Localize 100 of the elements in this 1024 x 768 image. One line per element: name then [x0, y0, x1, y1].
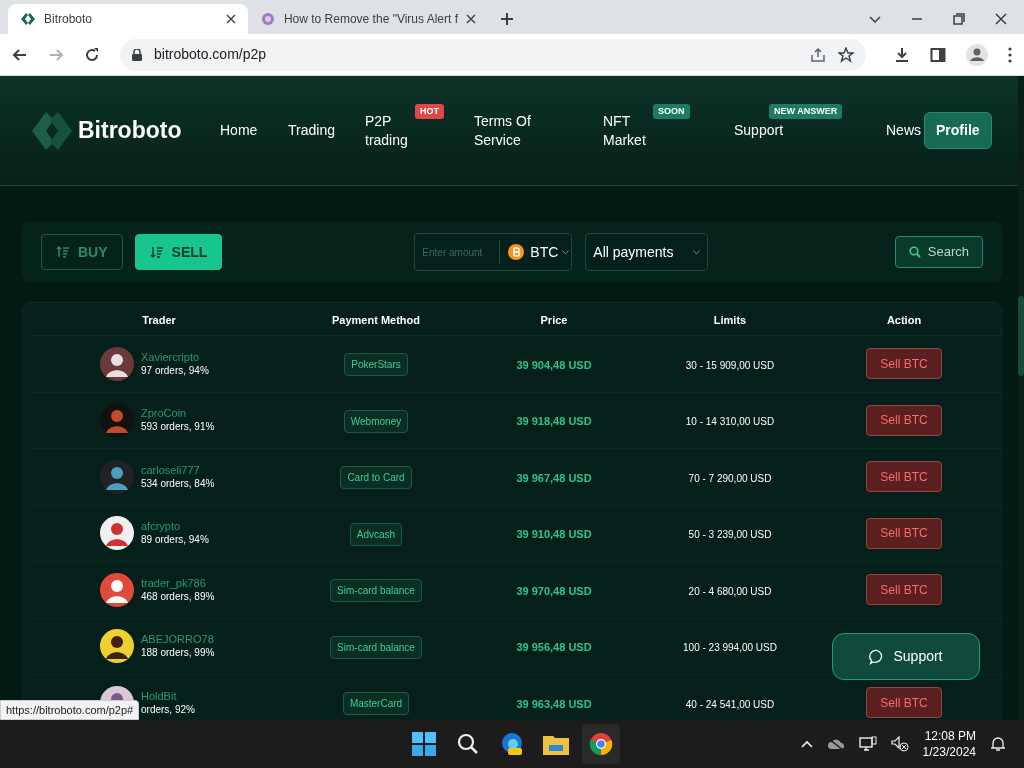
sell-button[interactable]: Sell BTC: [866, 517, 942, 549]
payment-tag: Sim-card balance: [330, 635, 422, 659]
close-icon[interactable]: [466, 14, 476, 24]
notification-bell-icon[interactable]: [990, 736, 1006, 752]
column-header: Price: [540, 314, 568, 326]
support-button[interactable]: Support: [832, 633, 980, 680]
nav-link[interactable]: Home: [220, 121, 258, 140]
avatar: [100, 346, 134, 381]
payment-tag: Webmoney: [343, 409, 409, 433]
column-header: Action: [886, 314, 922, 326]
limits-text: 30 - 15 909,00 USD: [685, 359, 775, 371]
price-text: 39 918,48 USD: [516, 415, 592, 428]
logo-icon: [32, 111, 72, 150]
network-icon[interactable]: [858, 736, 877, 752]
column-header: Limits: [713, 314, 747, 326]
payment-tag: Card to Card: [340, 466, 412, 490]
payments-value: All payments: [593, 242, 674, 262]
tab-title: How to Remove the "Virus Alert f: [283, 11, 459, 28]
trader-name[interactable]: HoldBit: [141, 688, 195, 703]
trader-name[interactable]: afcrypto: [141, 519, 209, 534]
bitcoin-icon: [508, 244, 525, 260]
amount-input[interactable]: Enter amount: [415, 244, 500, 260]
restore-icon[interactable]: [952, 12, 966, 26]
nav-link[interactable]: Support: [734, 121, 784, 140]
trader-stats: 593 orders, 91%: [141, 420, 215, 435]
limits-text: 20 - 4 680,00 USD: [688, 585, 772, 597]
column-header: Payment Method: [332, 314, 420, 326]
nav-link[interactable]: Trading: [288, 121, 335, 140]
chevron-down-icon: [562, 249, 570, 255]
trader-name[interactable]: trader_pk786: [141, 575, 215, 590]
chevron-down-icon: [693, 249, 701, 255]
lock-icon: [132, 48, 142, 61]
search-icon: [908, 246, 921, 258]
menu-icon[interactable]: [1008, 46, 1012, 63]
chevron-up-icon[interactable]: [800, 740, 813, 748]
nav-link[interactable]: Terms Of Service: [474, 111, 549, 150]
address-bar[interactable]: bitroboto.com/p2p: [120, 38, 866, 71]
limits-text: 50 - 3 239,00 USD: [688, 529, 772, 541]
clock-time: 12:08 PM: [924, 728, 976, 744]
profile-icon[interactable]: [966, 43, 988, 66]
sort-icon: [56, 245, 70, 259]
trader-name[interactable]: ZproCoin: [141, 406, 215, 421]
status-url: https://bitroboto.com/p2p#: [0, 700, 140, 720]
download-icon[interactable]: [894, 46, 910, 63]
limits-text: 40 - 24 541,00 USD: [685, 698, 775, 710]
back-icon[interactable]: [12, 46, 28, 63]
payment-tag: PokerStars: [344, 353, 408, 377]
trader-stats: 97 orders, 94%: [141, 363, 209, 378]
amount-field[interactable]: Enter amount BTC: [414, 233, 573, 271]
side-panel-icon[interactable]: [930, 46, 946, 63]
muted-speaker-icon[interactable]: [890, 736, 909, 752]
site-logo-icon: [20, 11, 36, 27]
avatar: [100, 403, 134, 438]
sort-icon: [149, 245, 164, 259]
price-text: 39 956,48 USD: [516, 641, 592, 654]
browser-tab[interactable]: How to Remove the "Virus Alert f: [248, 4, 488, 34]
price-text: 39 904,48 USD: [516, 358, 592, 371]
sell-button[interactable]: Sell BTC: [866, 348, 942, 380]
site-logo[interactable]: Bitroboto: [78, 113, 220, 148]
currency-select[interactable]: BTC: [530, 241, 559, 263]
trader-name[interactable]: ABEJORRO78: [141, 632, 215, 647]
reload-icon[interactable]: [84, 46, 100, 63]
trader-name[interactable]: Xaviercripto: [141, 349, 209, 364]
limits-text: 10 - 14 310,00 USD: [685, 416, 775, 428]
price-text: 39 967,48 USD: [516, 471, 592, 484]
avatar: [100, 459, 134, 494]
profile-button[interactable]: Profile: [924, 112, 992, 149]
sell-button[interactable]: Sell BTC: [866, 404, 942, 436]
trader-stats: 534 orders, 84%: [141, 476, 215, 491]
sell-button[interactable]: Sell BTC: [866, 461, 942, 493]
browser-tab[interactable]: Bitroboto: [8, 4, 248, 34]
payments-select[interactable]: All payments: [585, 233, 709, 271]
search-button[interactable]: Search: [894, 236, 983, 268]
tab-title: Bitroboto: [44, 11, 94, 28]
price-text: 39 970,48 USD: [516, 584, 592, 597]
price-text: 39 963,48 USD: [516, 697, 592, 710]
column-header: Trader: [142, 314, 176, 326]
chrome-icon[interactable]: [582, 724, 620, 764]
share-icon[interactable]: [810, 46, 826, 63]
cloud-icon[interactable]: [826, 738, 845, 750]
trader-stats: 188 orders, 99%: [141, 646, 215, 661]
sell-button[interactable]: Sell BTC: [866, 574, 942, 606]
url-text: bitroboto.com/p2p: [154, 45, 267, 64]
sell-tab[interactable]: SELL: [134, 234, 223, 270]
limits-text: 100 - 23 994,00 USD: [683, 642, 777, 654]
page-icon: [260, 11, 276, 27]
payment-tag: Sim-card balance: [330, 579, 422, 603]
nav-link[interactable]: NFT Market: [603, 111, 653, 150]
nav-link[interactable]: News: [886, 121, 921, 140]
close-icon[interactable]: [226, 14, 236, 24]
buy-tab[interactable]: BUY: [41, 234, 123, 270]
avatar: [100, 629, 134, 664]
nav-badge: HOT: [415, 103, 444, 119]
avatar: [100, 516, 134, 551]
sell-button[interactable]: Sell BTC: [866, 687, 942, 719]
clock[interactable]: 12:08 PM 1/23/2024: [922, 728, 976, 760]
close-icon[interactable]: [994, 12, 1008, 26]
limits-text: 70 - 7 290,00 USD: [688, 472, 772, 484]
trader-name[interactable]: carloseli777: [141, 462, 215, 477]
star-icon[interactable]: [838, 46, 854, 63]
